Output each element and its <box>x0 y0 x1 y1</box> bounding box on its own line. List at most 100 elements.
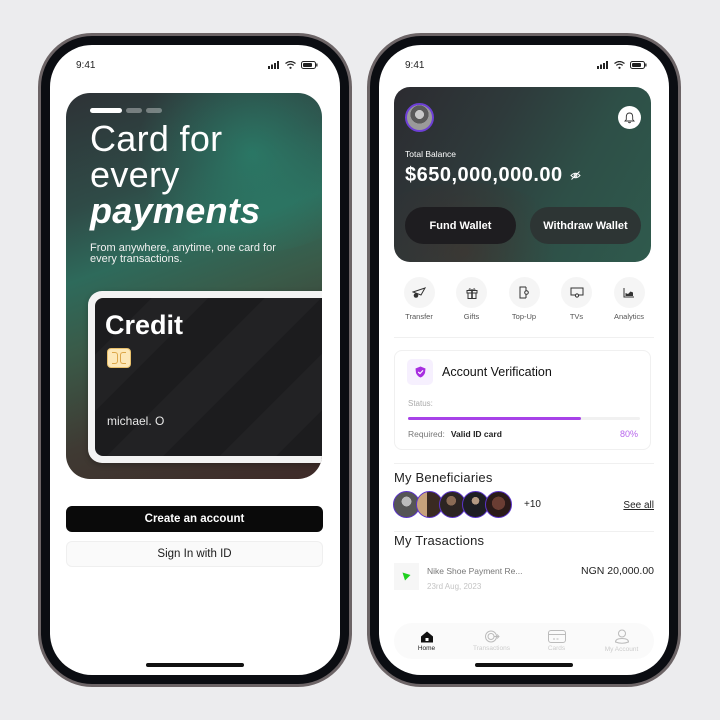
credit-card: Credit michael. O V <box>95 298 322 456</box>
see-all-link[interactable]: See all <box>623 500 654 511</box>
hero-title-line-1: Card for <box>90 118 223 159</box>
status-bar: 9:41 <box>76 58 318 72</box>
create-account-button[interactable]: Create an account <box>66 506 323 532</box>
onboarding-screen: 9:41 Card for every payments From anywhe… <box>50 45 340 675</box>
transaction-amount: NGN 20,000.00 <box>581 565 654 577</box>
hero-subtitle: From anywhere, anytime, one card for eve… <box>90 242 276 265</box>
tab-transactions[interactable]: Transactions <box>464 630 519 652</box>
balance-value: $650,000,000.00 <box>405 164 563 186</box>
status-icons <box>268 61 318 69</box>
hero-title-line-2: every <box>90 154 180 195</box>
home-screen: 9:41 Total Balance $650,000,000.00 Fund … <box>379 45 669 675</box>
quick-action-gifts[interactable]: Gifts <box>450 277 494 321</box>
quick-action-topup[interactable]: Top-Up <box>502 277 546 321</box>
wifi-icon <box>614 61 625 69</box>
divider <box>394 531 654 532</box>
transaction-icon-bg <box>394 563 419 590</box>
status-time: 9:41 <box>76 59 96 71</box>
carousel-indicator[interactable] <box>90 108 162 113</box>
hero-title: Card for every payments <box>90 121 260 229</box>
verification-icon-bg <box>407 359 433 385</box>
quick-action-transfer[interactable]: Transfer <box>397 277 441 321</box>
quick-action-label: TVs <box>569 312 584 321</box>
quick-action-icon-bg <box>403 277 435 308</box>
battery-icon <box>301 61 318 69</box>
verification-title: Account Verification <box>442 365 552 379</box>
home-icon <box>420 631 433 642</box>
quick-action-label: Transfer <box>405 312 433 321</box>
home-indicator <box>146 663 244 667</box>
tab-home[interactable]: Home <box>399 631 454 652</box>
balance-row: $650,000,000.00 <box>405 164 581 187</box>
phone-bezel: 9:41 Card for every payments From anywhe… <box>41 36 349 684</box>
status-icons <box>597 61 647 69</box>
quick-action-label: Analytics <box>613 312 644 321</box>
tab-label: Cards <box>547 645 566 652</box>
account-verification-card[interactable]: Account Verification Status: Required: Va… <box>394 350 651 450</box>
quick-action-icon-bg <box>613 277 645 308</box>
transaction-date: 23rd Aug, 2023 <box>427 582 482 591</box>
signal-icon <box>268 61 279 69</box>
tab-label: Transactions <box>473 645 510 652</box>
divider <box>394 463 654 464</box>
beneficiaries-more-count: +10 <box>524 499 541 510</box>
transaction-name: Nike Shoe Payment Re... <box>427 566 523 576</box>
quick-actions: Transfer Gifts Top-Up TVs Analytics <box>397 277 651 321</box>
beneficiaries-title: My Beneficiaries <box>394 470 493 485</box>
quick-action-analytics[interactable]: Analytics <box>607 277 651 321</box>
carousel-dot-3[interactable] <box>146 108 162 113</box>
tab-label: Home <box>417 644 436 652</box>
tab-my-account[interactable]: My Account <box>594 629 649 653</box>
send-icon <box>412 286 426 298</box>
verification-status-label: Status: <box>408 399 433 408</box>
hero-title-line-3: payments <box>90 190 261 231</box>
verification-percent: 80% <box>619 429 638 439</box>
transactions-title: My Trasactions <box>394 533 485 548</box>
status-bar: 9:41 <box>405 58 647 72</box>
card-chip-icon <box>107 348 131 368</box>
carousel-dot-2[interactable] <box>126 108 142 113</box>
quick-action-label: Gifts <box>463 312 480 321</box>
quick-action-icon-bg <box>561 277 592 308</box>
carousel-dot-1[interactable] <box>90 108 122 113</box>
quick-action-tvs[interactable]: TVs <box>555 277 599 321</box>
incoming-arrow-icon <box>402 572 411 581</box>
credit-card-frame: Credit michael. O V <box>88 291 322 463</box>
quick-action-icon-bg <box>508 277 540 308</box>
card-icon <box>547 630 566 643</box>
phone-topup-icon <box>519 286 529 299</box>
required-value: Valid ID card <box>450 429 502 439</box>
bottom-tab-bar: Home Transactions Cards My Account <box>394 623 654 659</box>
chart-icon <box>623 288 634 298</box>
user-avatar[interactable] <box>405 103 434 132</box>
shield-check-icon <box>415 366 425 378</box>
hide-balance-icon[interactable] <box>570 171 581 180</box>
sign-in-button[interactable]: Sign In with ID <box>66 541 323 567</box>
signal-icon <box>597 61 608 69</box>
withdraw-wallet-button[interactable]: Withdraw Wallet <box>530 207 641 244</box>
tab-label: My Account <box>604 646 639 653</box>
status-time: 9:41 <box>405 59 425 71</box>
quick-action-label: Top-Up <box>511 312 537 321</box>
verification-progress-bar <box>408 417 640 420</box>
tv-icon <box>570 287 583 298</box>
wallet-card: Total Balance $650,000,000.00 Fund Walle… <box>394 87 651 262</box>
notifications-button[interactable] <box>618 106 641 129</box>
hero-banner: Card for every payments From anywhere, a… <box>66 93 322 479</box>
home-indicator <box>475 663 573 667</box>
required-label: Required: <box>408 429 445 439</box>
user-icon <box>614 629 629 644</box>
fund-wallet-button[interactable]: Fund Wallet <box>405 207 516 244</box>
card-type-label: Credit <box>105 310 184 340</box>
card-holder-name: michael. O <box>107 414 165 428</box>
phone-onboarding: 9:41 Card for every payments From anywhe… <box>38 33 352 687</box>
tab-cards[interactable]: Cards <box>529 630 584 652</box>
quick-action-icon-bg <box>456 277 487 308</box>
verification-required: Required: Valid ID card <box>408 429 502 439</box>
transactions-icon <box>484 630 500 643</box>
beneficiary-avatar[interactable] <box>485 491 512 518</box>
transaction-row[interactable]: Nike Shoe Payment Re... 23rd Aug, 2023 N… <box>394 562 654 592</box>
phone-home: 9:41 Total Balance $650,000,000.00 Fund … <box>367 33 681 687</box>
battery-icon <box>630 61 647 69</box>
wifi-icon <box>285 61 296 69</box>
